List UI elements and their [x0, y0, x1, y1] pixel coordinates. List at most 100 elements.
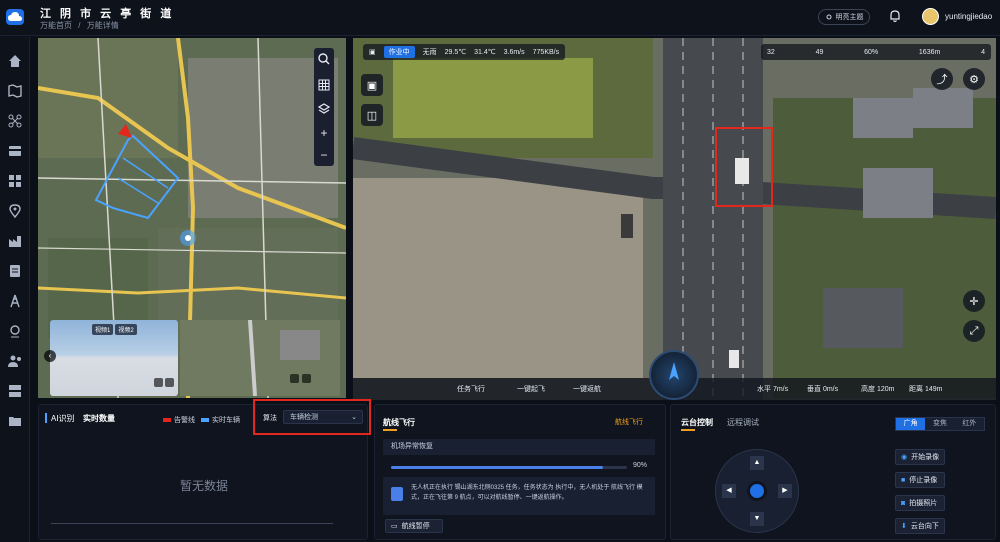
mission-message: 无人机正在执行 锡山湖东北侧0325 任务，任务状态为 执行中，无人机处于 航线…	[411, 485, 643, 501]
legend-vehicle-label: 实时车辆	[212, 417, 240, 424]
takeoff-button[interactable]: 一键起飞	[517, 384, 545, 394]
mode-badge: 作业中	[383, 46, 415, 58]
progress-fill	[391, 466, 604, 469]
avatar[interactable]	[922, 8, 939, 25]
take-photo-button[interactable]: ◙ 拍摄照片	[895, 495, 945, 511]
zoom-in-icon[interactable]: +	[317, 126, 331, 140]
back-icon[interactable]: ▣	[369, 48, 376, 56]
legend-vehicle: 实时车辆	[201, 415, 240, 425]
drone-live-view[interactable]: ▣ 作业中 无雨 29.5℃ 31.4℃ 3.6m/s 775KB/s 32 4…	[353, 38, 996, 400]
tower-icon[interactable]	[7, 293, 23, 309]
map-toolbar: + −	[314, 48, 334, 166]
lens-tab-wide[interactable]: 广角	[896, 418, 926, 430]
metric-battery: 60%	[864, 48, 879, 56]
video-2-imagery	[180, 319, 340, 397]
wind-value: 3.6m/s	[503, 48, 525, 56]
gimbal-left-button[interactable]: ◀	[722, 484, 736, 498]
bandwidth-value: 775KB/s	[532, 48, 560, 56]
video-thumbnail-1[interactable]: 视频1 视频2	[50, 320, 178, 396]
speed-vertical: 垂直 0m/s	[807, 386, 839, 393]
camera-icon: ◙	[901, 499, 906, 507]
lens-tab-ir[interactable]: 红外	[955, 418, 984, 430]
algo-select-value: 车辆检测	[290, 414, 318, 421]
start-record-label: 开始录像	[911, 454, 940, 461]
gimbal-panel: 云台控制 远程调试 广角 变焦 红外 ▲ ▼ ◀ ▶ ◉ 开始录像 ■ 停止录像…	[670, 404, 996, 540]
mission-message-box: 无人机正在执行 锡山湖东北侧0325 任务，任务状态为 执行中，无人机处于 航线…	[383, 477, 655, 515]
gimbal-up-button[interactable]: ▲	[750, 456, 764, 470]
temp-value-1: 29.5℃	[444, 49, 467, 56]
card-icon[interactable]	[7, 143, 23, 159]
grid-icon[interactable]	[317, 78, 331, 92]
bell-icon[interactable]	[888, 9, 902, 23]
breadcrumb-separator: /	[78, 21, 81, 30]
location-icon[interactable]	[7, 203, 23, 219]
factory-icon[interactable]	[7, 233, 23, 249]
gimbal-down-action-button[interactable]: ⬇ 云台向下	[895, 518, 945, 534]
route-pause-button[interactable]: ▭ 航线暂停	[385, 519, 443, 533]
stop-icon: ■	[901, 476, 906, 484]
breadcrumb: 万能首页 / 万能详情	[40, 20, 123, 31]
gimbal-joystick: ▲ ▼ ◀ ▶	[715, 449, 799, 533]
theme-toggle-button[interactable]: 明亮主题	[818, 9, 870, 25]
video-prev-button[interactable]: ‹	[44, 350, 56, 362]
schedule-icon[interactable]: ◫	[361, 104, 383, 126]
gimbal-right-button[interactable]: ▶	[778, 484, 792, 498]
task-flight-button[interactable]: 任务飞行	[457, 384, 485, 394]
tab-realtime[interactable]: 实时数量	[83, 413, 115, 424]
page-title: 江 阴 市 云 亭 街 道	[40, 8, 175, 20]
drone-metrics-bar: 32 49 60% 1636m 4	[761, 44, 991, 60]
tab-ai[interactable]: AI识别	[51, 413, 75, 424]
document-icon[interactable]	[7, 263, 23, 279]
sun-icon	[826, 14, 831, 20]
progress-label: 90%	[633, 462, 648, 469]
lens-tab-zoom[interactable]: 变焦	[925, 418, 954, 430]
layers-icon[interactable]	[317, 102, 331, 116]
tab-remote-debug[interactable]: 远程调试	[727, 417, 759, 428]
apps-icon[interactable]	[7, 173, 23, 189]
start-record-button[interactable]: ◉ 开始录像	[895, 449, 945, 465]
temp-value-2: 31.4℃	[474, 49, 496, 56]
capture-icon[interactable]: ▣	[361, 74, 383, 96]
gimbal-center-button[interactable]	[747, 481, 767, 501]
empty-state: 暂无数据	[179, 479, 228, 493]
home-icon[interactable]	[7, 53, 23, 69]
algo-label: 算法	[263, 415, 277, 422]
return-button[interactable]: 一键返航	[573, 384, 601, 394]
ai-panel: AI识别 实时数量 告警线 实时车辆 算法 车辆检测 ⌄ 暂无数据	[38, 399, 371, 540]
pin-icon[interactable]	[7, 323, 23, 339]
video-controls	[154, 378, 174, 387]
zoom-out-icon[interactable]: −	[317, 148, 331, 162]
dock-status: 机场异常恢复	[383, 439, 655, 455]
settings-icon[interactable]: ⚙	[963, 68, 985, 90]
legend-alert: 告警线	[163, 415, 195, 425]
chevron-down-icon: ⌄	[351, 414, 357, 421]
distance-value: 距离 149m	[909, 386, 943, 393]
expand-icon[interactable]: ⤢	[963, 320, 985, 342]
algo-select[interactable]: 车辆检测 ⌄	[283, 410, 363, 424]
share-icon[interactable]: ⤴	[931, 68, 953, 90]
drone-icon[interactable]	[7, 113, 23, 129]
video-thumbnail-2[interactable]	[180, 319, 340, 397]
map-icon[interactable]	[7, 83, 23, 99]
flight-status: 航线飞行	[615, 419, 643, 426]
lens-tabs: 广角 变焦 红外	[895, 417, 985, 431]
drone-imagery	[353, 38, 996, 400]
tab-video-1[interactable]: 视频1	[92, 324, 114, 335]
fullscreen-icon[interactable]: ✛	[963, 290, 985, 312]
tab-gimbal-control[interactable]: 云台控制	[681, 417, 713, 428]
detection-highlight-box	[715, 127, 773, 207]
gimbal-down-button[interactable]: ▼	[750, 512, 764, 526]
folder-icon[interactable]	[7, 413, 23, 429]
username[interactable]: yuntingjiedao	[945, 12, 992, 21]
breadcrumb-home[interactable]: 万能首页	[40, 21, 72, 30]
tab-video-2[interactable]: 视频2	[115, 324, 137, 335]
theme-toggle-label: 明亮主题	[835, 14, 864, 21]
gimbal-down-label: 云台向下	[910, 523, 939, 530]
server-icon[interactable]	[7, 383, 23, 399]
users-icon[interactable]	[7, 353, 23, 369]
metric-2: 49	[815, 48, 824, 56]
stop-record-button[interactable]: ■ 停止录像	[895, 472, 945, 488]
mission-icon	[391, 487, 403, 501]
search-icon[interactable]	[317, 52, 331, 66]
record-icon: ◉	[901, 454, 908, 461]
